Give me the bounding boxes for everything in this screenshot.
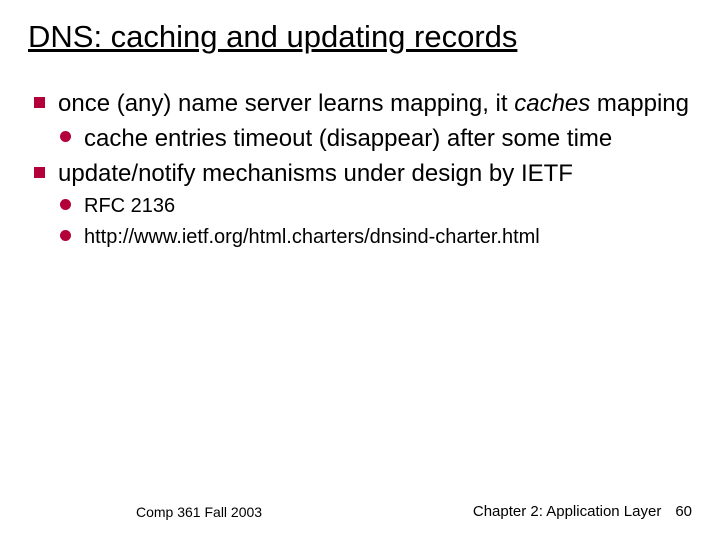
- bullet-1-text: once (any) name server learns mapping, i…: [58, 89, 692, 120]
- bullet-2b-text: http://www.ietf.org/html.charters/dnsind…: [84, 224, 692, 251]
- circle-bullet-icon: [60, 124, 84, 155]
- circle-bullet-icon: [60, 193, 84, 220]
- bullet-2a-text: RFC 2136: [84, 193, 692, 220]
- page-number: 60: [675, 503, 692, 520]
- bullet-1: once (any) name server learns mapping, i…: [28, 89, 692, 120]
- square-bullet-icon: [34, 159, 58, 190]
- bullet-1-rest: mapping: [590, 90, 689, 117]
- circle-bullet-icon: [60, 224, 84, 251]
- footer-chapter: Chapter 2: Application Layer: [473, 503, 661, 520]
- footer-right: Chapter 2: Application Layer 60: [473, 503, 692, 520]
- bullet-2: update/notify mechanisms under design by…: [28, 159, 692, 190]
- bullet-1-prefix: once (any) name server learns mapping, i…: [58, 90, 514, 117]
- slide-title: DNS: caching and updating records: [28, 18, 692, 55]
- square-bullet-icon: [34, 89, 58, 120]
- bullet-1a-text: cache entries timeout (disappear) after …: [84, 124, 692, 155]
- footer: Comp 361 Fall 2003 Chapter 2: Applicatio…: [28, 503, 692, 520]
- bullet-1a: cache entries timeout (disappear) after …: [28, 124, 692, 155]
- bullet-2-text: update/notify mechanisms under design by…: [58, 159, 692, 190]
- bullet-2b: http://www.ietf.org/html.charters/dnsind…: [28, 224, 692, 251]
- slide-body: once (any) name server learns mapping, i…: [28, 89, 692, 251]
- slide: DNS: caching and updating records once (…: [0, 0, 720, 540]
- bullet-2a: RFC 2136: [28, 193, 692, 220]
- footer-left: Comp 361 Fall 2003: [28, 504, 473, 520]
- bullet-1-italic: caches: [514, 90, 590, 117]
